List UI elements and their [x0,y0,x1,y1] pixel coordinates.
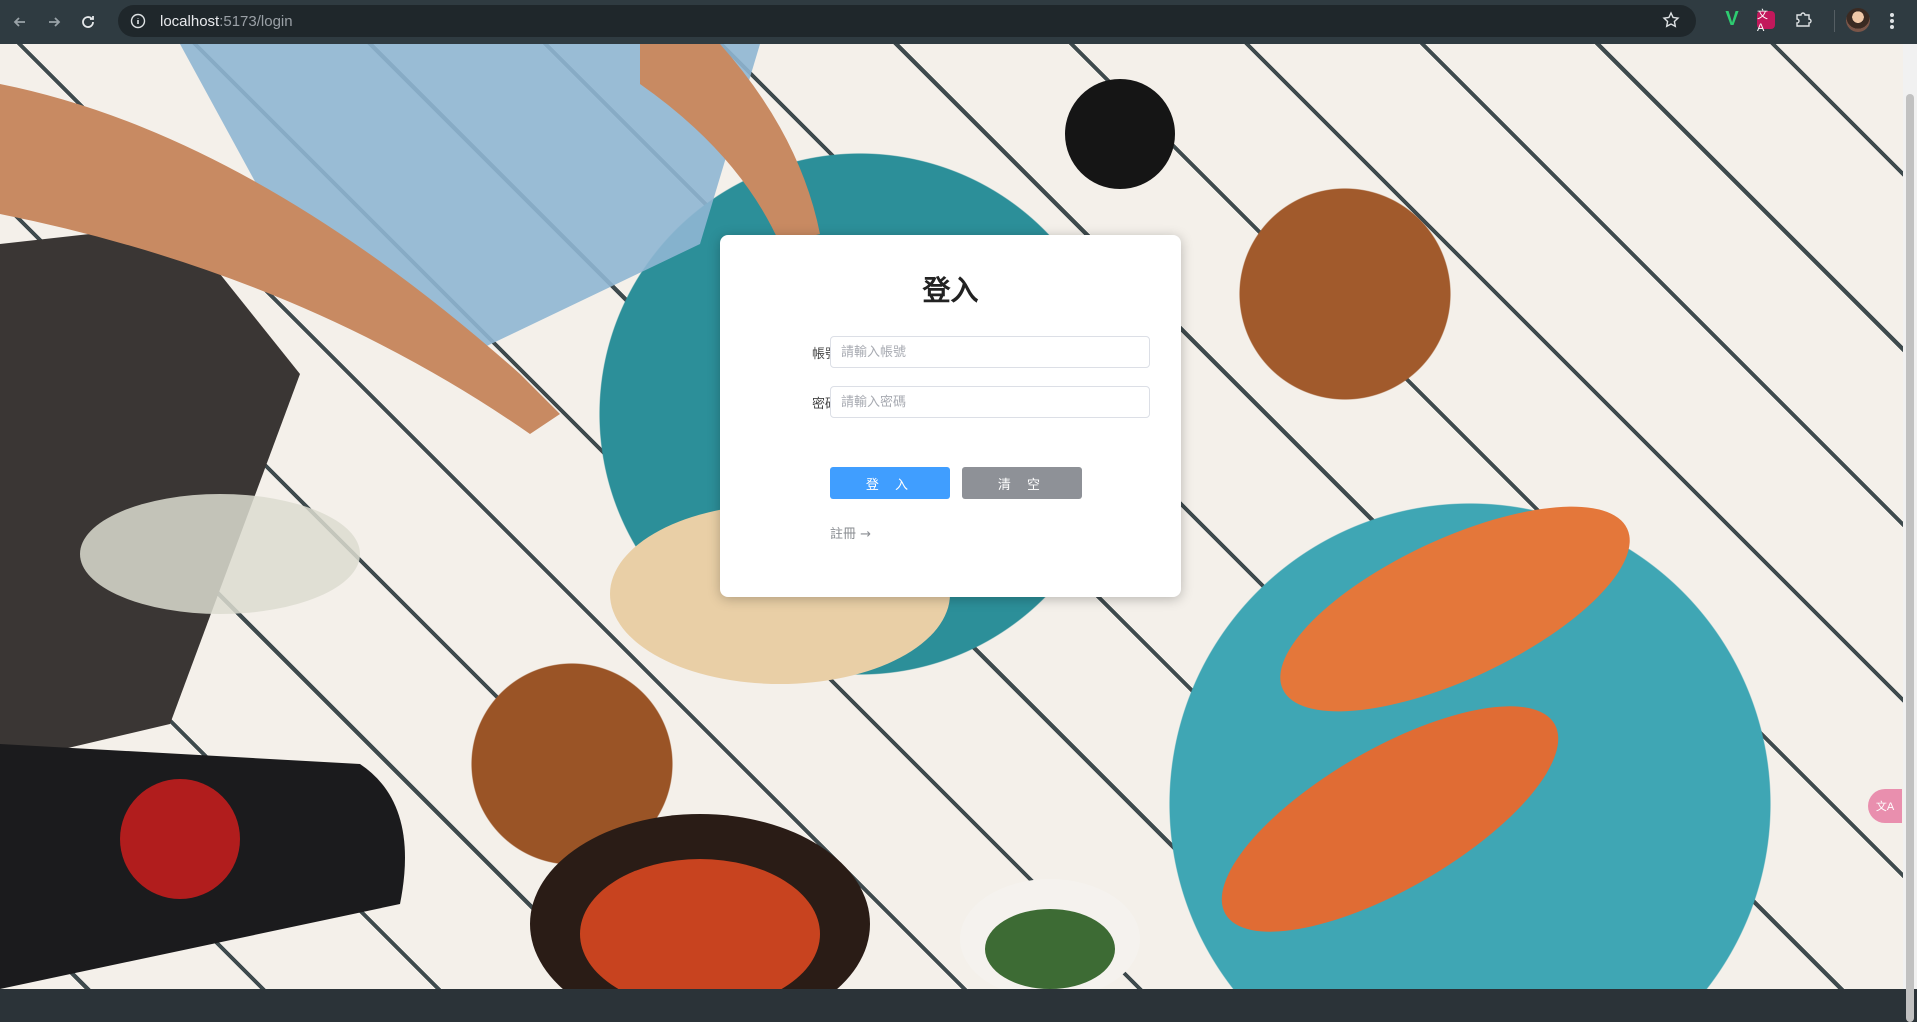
url-text: localhost:5173/login [160,13,293,30]
bookmark-star-icon[interactable] [1662,11,1682,31]
reload-button[interactable] [74,8,102,36]
scrollbar-thumb[interactable] [1906,94,1914,1022]
login-card: 登入 帳號 密碼 登 入 清 空 註冊 → [720,235,1181,597]
arrow-right-icon [49,17,61,27]
password-label: 密碼 [811,397,838,412]
profile-avatar[interactable] [1846,8,1870,32]
reload-icon [82,16,94,28]
register-link[interactable]: 註冊 → [830,523,871,542]
clear-button[interactable]: 清 空 [962,467,1082,499]
arrow-left-icon [13,17,25,27]
translate-extension-icon[interactable]: 文A [1757,9,1775,34]
browser-toolbar: localhost:5173/login V 文A [0,0,1917,44]
back-button[interactable] [6,8,34,36]
browser-menu-icon[interactable] [1886,10,1898,32]
extensions-puzzle-icon[interactable] [1792,8,1814,30]
page-title: 登入 [922,274,979,307]
username-label: 帳號 [811,347,838,362]
vue-devtools-extension-icon[interactable]: V [1721,8,1743,30]
url-host: localhost [160,12,220,30]
url-path: :5173/login [219,12,293,30]
page-scrollbar[interactable] [1903,44,1917,1022]
toolbar-divider [1834,10,1835,32]
forward-button[interactable] [40,8,68,36]
password-input[interactable] [830,386,1150,418]
address-bar[interactable]: localhost:5173/login [118,5,1696,37]
site-info-icon[interactable] [128,11,148,31]
translate-floating-badge[interactable]: 文A [1868,789,1902,823]
username-input[interactable] [830,336,1150,368]
login-button[interactable]: 登 入 [830,467,950,499]
